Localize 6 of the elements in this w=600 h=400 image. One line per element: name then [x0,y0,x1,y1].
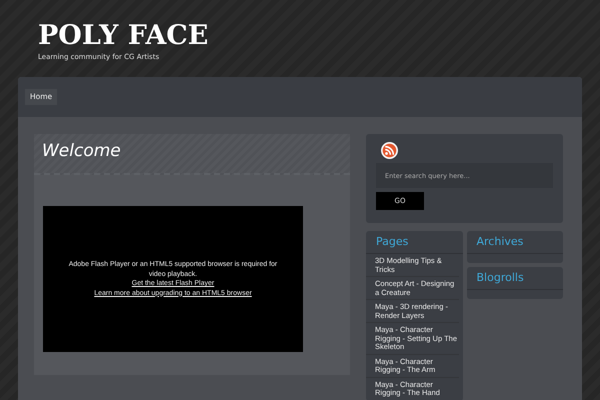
widget-title: Pages [366,231,462,254]
widget-title: Blogrolls [466,267,563,290]
widget-title: Archives [466,231,563,254]
post-title: Welcome [34,134,350,175]
rss-icon[interactable] [381,142,398,159]
site-title[interactable]: POLY FACE [38,22,600,49]
